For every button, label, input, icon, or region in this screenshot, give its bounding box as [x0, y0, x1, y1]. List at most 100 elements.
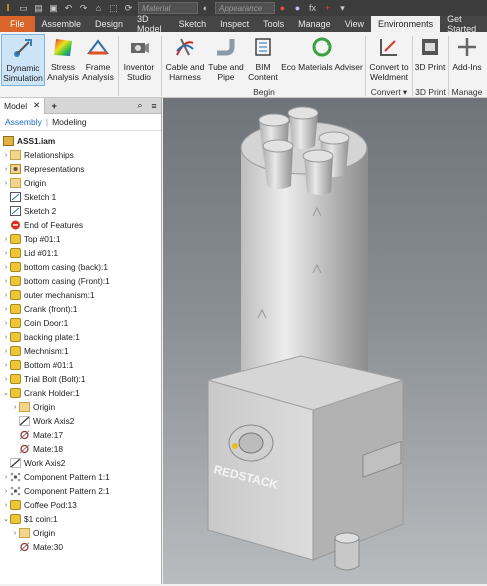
browser-node[interactable]: › Mechnism:1: [0, 344, 161, 358]
browser-node[interactable]: › outer mechanism:1: [0, 288, 161, 302]
fx-icon[interactable]: fx: [306, 2, 319, 14]
expand-chevron-icon[interactable]: ›: [2, 166, 10, 173]
eco-materials-adviser-button[interactable]: Eco Materials Adviser: [281, 34, 363, 86]
browser-node[interactable]: Mate:17: [0, 428, 161, 442]
browser-node[interactable]: Sketch 2: [0, 204, 161, 218]
expand-chevron-icon[interactable]: ›: [2, 348, 10, 355]
browser-node[interactable]: › Top #01:1: [0, 232, 161, 246]
update-icon[interactable]: ⟳: [122, 2, 135, 14]
inventor-studio-button[interactable]: Inventor Studio: [121, 34, 157, 86]
browser-node[interactable]: Mate:18: [0, 442, 161, 456]
tab-file[interactable]: File: [0, 16, 35, 32]
cable-and-harness-button[interactable]: Cable and Harness: [164, 34, 206, 86]
3d-print-button[interactable]: 3D Print: [413, 34, 447, 86]
menu-icon[interactable]: ≡: [147, 101, 161, 111]
tab-model[interactable]: Model ✕: [0, 97, 46, 114]
browser-node[interactable]: › Lid #01:1: [0, 246, 161, 260]
browser-node[interactable]: › Bottom #01:1: [0, 358, 161, 372]
close-icon[interactable]: ✕: [33, 100, 40, 111]
browser-node[interactable]: › Coffee Pod:13: [0, 498, 161, 512]
expand-chevron-icon[interactable]: ⌄: [2, 515, 10, 523]
dynamic-simulation-button[interactable]: Dynamic Simulation: [1, 34, 45, 86]
browser-node[interactable]: Work Axis2: [0, 414, 161, 428]
expand-chevron-icon[interactable]: ›: [2, 502, 10, 509]
tab-manage[interactable]: Manage: [291, 16, 338, 32]
tab-3d-model[interactable]: 3D Model: [130, 14, 172, 34]
new-file-icon[interactable]: ▭: [17, 2, 30, 14]
tree-root[interactable]: ASS1.iam: [0, 134, 161, 148]
select-icon[interactable]: ⬚: [107, 2, 120, 14]
tab-sketch[interactable]: Sketch: [172, 16, 214, 32]
panel-label-convert[interactable]: Convert ▾: [366, 86, 412, 98]
browser-node[interactable]: Mate:30: [0, 540, 161, 554]
tab-assemble[interactable]: Assemble: [35, 16, 89, 32]
expand-chevron-icon[interactable]: ›: [2, 306, 10, 313]
tube-and-pipe-button[interactable]: Tube and Pipe: [207, 34, 245, 86]
browser-node[interactable]: ⌄ Crank Holder:1: [0, 386, 161, 400]
expand-chevron-icon[interactable]: ›: [2, 278, 10, 285]
browser-node[interactable]: › Component Pattern 1:1: [0, 470, 161, 484]
expand-chevron-icon[interactable]: ›: [11, 530, 19, 537]
browser-node[interactable]: › bottom casing (Front):1: [0, 274, 161, 288]
expand-chevron-icon[interactable]: ›: [2, 264, 10, 271]
bim-content-button[interactable]: BIM Content: [246, 34, 280, 86]
expand-chevron-icon[interactable]: ›: [2, 488, 10, 495]
expand-chevron-icon[interactable]: ›: [2, 250, 10, 257]
expand-chevron-icon[interactable]: ›: [2, 320, 10, 327]
qat-menu-icon[interactable]: ▾: [336, 2, 349, 14]
expand-chevron-icon[interactable]: ›: [2, 334, 10, 341]
expand-chevron-icon[interactable]: ›: [2, 474, 10, 481]
tab-get-started[interactable]: Get Started: [440, 14, 487, 34]
home-icon[interactable]: ⌂: [92, 2, 105, 14]
appearance-icon[interactable]: ◐: [199, 2, 212, 14]
plus-icon[interactable]: +: [321, 2, 334, 14]
expand-chevron-icon[interactable]: ›: [2, 180, 10, 187]
expand-chevron-icon[interactable]: ›: [2, 292, 10, 299]
clear-appearance-icon[interactable]: ●: [291, 2, 304, 14]
browser-node[interactable]: ⌄ $1 coin:1: [0, 512, 161, 526]
browser-node[interactable]: › Relationships: [0, 148, 161, 162]
browser-node[interactable]: › Representations: [0, 162, 161, 176]
browser-node[interactable]: › Trial Bolt (Bolt):1: [0, 372, 161, 386]
undo-icon[interactable]: ↶: [62, 2, 75, 14]
material-dropdown[interactable]: Material: [138, 2, 198, 14]
browser-node[interactable]: › backing plate:1: [0, 330, 161, 344]
assembly-view-link[interactable]: Assembly: [5, 117, 42, 127]
expand-chevron-icon[interactable]: ›: [11, 404, 19, 411]
stress-analysis-button[interactable]: Stress Analysis: [46, 34, 80, 86]
inventor-logo-icon[interactable]: I: [0, 0, 16, 16]
redo-icon[interactable]: ↷: [77, 2, 90, 14]
browser-node[interactable]: Work Axis2: [0, 456, 161, 470]
tab-environments[interactable]: Environments: [371, 16, 441, 32]
add-tab-icon[interactable]: +: [45, 101, 63, 111]
expand-chevron-icon[interactable]: ›: [2, 362, 10, 369]
expand-chevron-icon[interactable]: ›: [2, 376, 10, 383]
open-file-icon[interactable]: ▤: [32, 2, 45, 14]
modeling-view-link[interactable]: Modeling: [52, 117, 87, 127]
expand-chevron-icon[interactable]: ›: [2, 236, 10, 243]
browser-node-label: Lid #01:1: [24, 248, 59, 258]
browser-node[interactable]: › Origin: [0, 400, 161, 414]
browser-node[interactable]: › Crank (front):1: [0, 302, 161, 316]
graphics-viewport[interactable]: REDSTACK: [163, 98, 487, 584]
add-ins-button[interactable]: Add-Ins: [449, 34, 485, 86]
expand-chevron-icon[interactable]: ›: [2, 152, 10, 159]
save-icon[interactable]: ▣: [47, 2, 60, 14]
tab-design[interactable]: Design: [88, 16, 130, 32]
browser-node[interactable]: › Origin: [0, 176, 161, 190]
browser-node[interactable]: End of Features: [0, 218, 161, 232]
frame-analysis-button[interactable]: Frame Analysis: [80, 34, 116, 86]
color-override-icon[interactable]: ●: [276, 2, 289, 14]
tab-tools[interactable]: Tools: [256, 16, 291, 32]
browser-node[interactable]: › Origin: [0, 526, 161, 540]
browser-node[interactable]: › Coin Door:1: [0, 316, 161, 330]
browser-node[interactable]: › bottom casing (back):1: [0, 260, 161, 274]
browser-node[interactable]: › Component Pattern 2:1: [0, 484, 161, 498]
expand-chevron-icon[interactable]: ⌄: [2, 389, 10, 397]
appearance-dropdown[interactable]: Appearance: [215, 2, 275, 14]
search-icon[interactable]: ⌕: [133, 100, 147, 111]
browser-node[interactable]: Sketch 1: [0, 190, 161, 204]
convert-to-weldment-button[interactable]: Convert to Weldment: [367, 34, 411, 86]
tab-inspect[interactable]: Inspect: [213, 16, 256, 32]
tab-view[interactable]: View: [338, 16, 371, 32]
